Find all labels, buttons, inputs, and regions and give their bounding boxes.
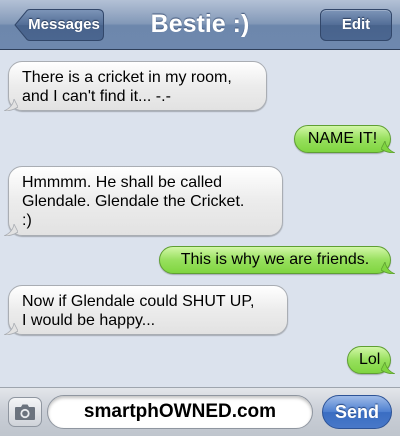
message-line: This is why we are friends.: [180, 251, 370, 268]
message-line: I would be happy...: [22, 312, 156, 329]
message-bubble-sent: Lol: [347, 346, 395, 374]
bubble-tail: [4, 99, 18, 111]
message-bubble-sent: This is why we are friends.: [159, 246, 395, 274]
message-line: Glendale. Glendale the Cricket.: [22, 193, 245, 210]
navigation-bar: Messages Bestie :) Edit: [0, 0, 400, 50]
message-bubble-sent: NAME IT!: [294, 125, 395, 153]
message-input[interactable]: smartphOWNED.com: [47, 395, 313, 429]
messages-screen: Messages Bestie :) Edit There is a crick…: [0, 0, 400, 436]
send-button[interactable]: Send: [322, 395, 392, 429]
edit-button[interactable]: Edit: [320, 9, 392, 41]
message-line: Hmmmm. He shall be called: [22, 174, 223, 191]
bubble-tail: [4, 323, 18, 335]
bubble-tail: [4, 224, 18, 236]
bubble-tail: [381, 362, 395, 374]
message-bubble-received: Hmmmm. He shall be called Glendale. Glen…: [4, 166, 283, 236]
message-line: Lol: [359, 351, 381, 368]
camera-button[interactable]: [8, 397, 42, 427]
message-composer: smartphOWNED.com Send: [0, 387, 400, 436]
bubble-tail: [381, 141, 395, 153]
message-line: :): [22, 212, 32, 229]
message-bubble-received: There is a cricket in my room, and I can…: [4, 61, 267, 111]
camera-icon: [15, 404, 35, 420]
message-line: NAME IT!: [307, 130, 378, 147]
message-bubble-received: Now if Glendale could SHUT UP, I would b…: [4, 285, 288, 335]
message-line: Now if Glendale could SHUT UP,: [22, 293, 255, 310]
message-line: and I can't find it... -.-: [22, 88, 171, 105]
message-line: There is a cricket in my room,: [22, 69, 232, 86]
bubble-tail: [381, 262, 395, 274]
